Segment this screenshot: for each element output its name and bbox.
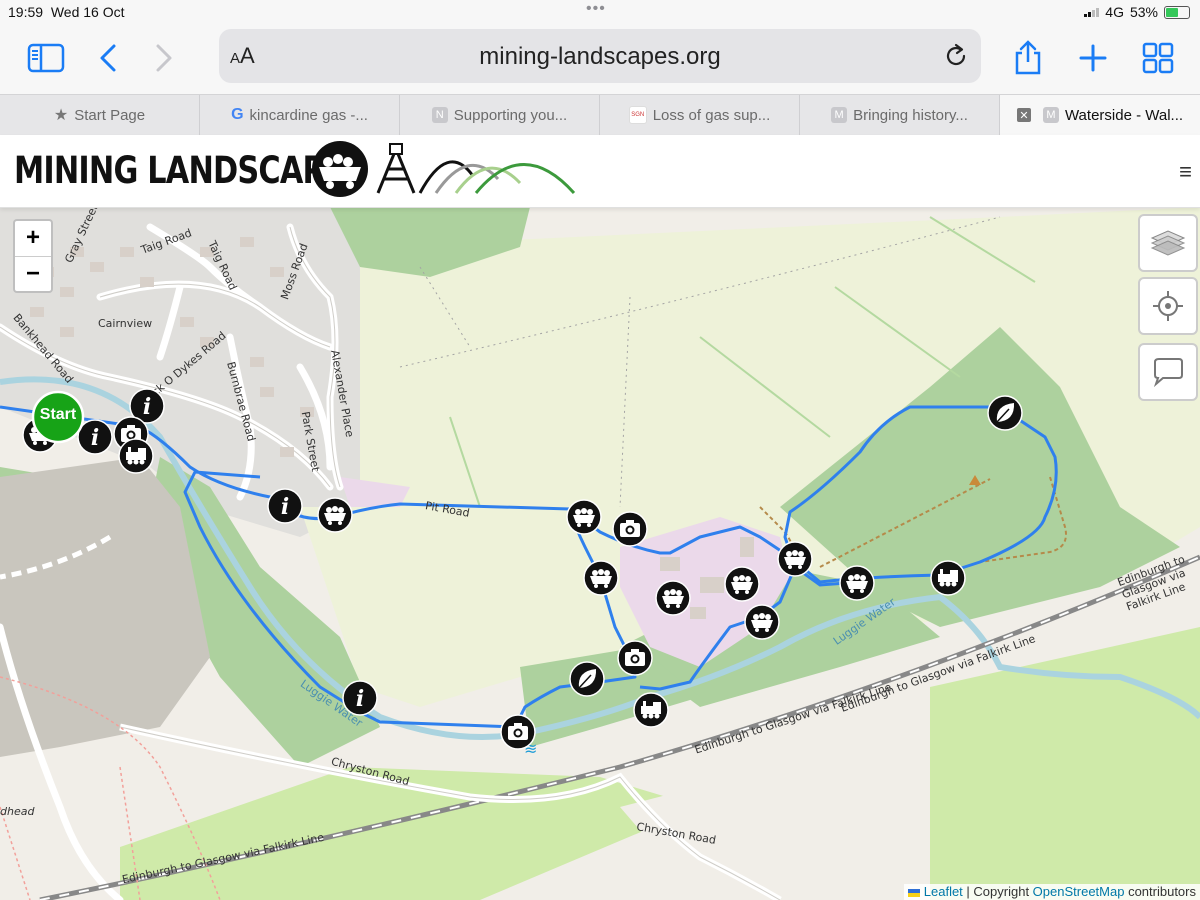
address-bar[interactable]: AA mining-landscapes.org bbox=[219, 29, 981, 83]
camera-marker[interactable] bbox=[500, 714, 536, 750]
site-header: MINING LANDSCAPES ≡ bbox=[0, 135, 1200, 208]
locate-icon bbox=[1153, 291, 1183, 321]
back-icon[interactable] bbox=[86, 38, 130, 78]
close-tab-icon[interactable]: ✕ bbox=[1016, 108, 1031, 122]
camera-marker[interactable] bbox=[612, 511, 648, 547]
leaf-marker[interactable] bbox=[569, 661, 605, 697]
share-icon[interactable] bbox=[1006, 38, 1050, 78]
star-icon: ★ bbox=[53, 107, 69, 124]
map-attribution: Leaflet | Copyright OpenStreetMap contri… bbox=[904, 884, 1200, 900]
forward-icon[interactable] bbox=[142, 38, 186, 78]
ukraine-flag-icon bbox=[908, 888, 921, 897]
zoom-out-button[interactable]: − bbox=[15, 257, 51, 292]
reload-icon[interactable] bbox=[943, 43, 969, 74]
train-marker[interactable] bbox=[930, 560, 966, 596]
new-tab-icon[interactable] bbox=[1071, 38, 1115, 78]
camera-marker[interactable] bbox=[617, 640, 653, 676]
mining-cart-marker[interactable] bbox=[777, 541, 813, 577]
status-date: Wed 16 Oct bbox=[50, 4, 125, 20]
mining-cart-marker[interactable] bbox=[655, 580, 691, 616]
tab-supporting[interactable]: N Supporting you... bbox=[400, 95, 600, 135]
hamburger-icon[interactable]: ≡ bbox=[1179, 159, 1192, 185]
info-marker[interactable] bbox=[342, 680, 378, 716]
multitask-dots-icon[interactable]: ••• bbox=[586, 0, 606, 18]
url-text[interactable]: mining-landscapes.org bbox=[219, 43, 981, 71]
tab-bar: ★ Start Page G kincardine gas -... N Sup… bbox=[0, 94, 1200, 136]
mining-cart-marker[interactable] bbox=[724, 566, 760, 602]
tab-waterside[interactable]: ✕ M Waterside - Wal... bbox=[1000, 95, 1200, 135]
tab-label: Loss of gas sup... bbox=[652, 106, 771, 124]
leaflet-link[interactable]: Leaflet bbox=[924, 884, 963, 899]
mining-cart-marker[interactable] bbox=[744, 604, 780, 640]
favicon-n-icon: N bbox=[431, 107, 448, 123]
browser-toolbar: AA mining-landscapes.org bbox=[0, 24, 1200, 94]
signal-icon bbox=[1084, 7, 1100, 17]
osm-link[interactable]: OpenStreetMap bbox=[1033, 884, 1125, 899]
train-marker[interactable] bbox=[118, 438, 154, 474]
status-time-date: 19:59 Wed 16 Oct bbox=[8, 4, 125, 20]
mining-cart-marker[interactable] bbox=[839, 565, 875, 601]
comment-button[interactable] bbox=[1138, 343, 1198, 401]
route-markers: i bbox=[22, 388, 1023, 750]
status-time: 19:59 bbox=[8, 4, 44, 20]
info-marker[interactable] bbox=[267, 488, 303, 524]
layers-button[interactable] bbox=[1138, 214, 1198, 272]
map-view[interactable]: ≋ Gray Street Taig Road Taig Road Moss R… bbox=[0, 207, 1200, 900]
attribution-text: contributors bbox=[1124, 884, 1196, 899]
tab-kincardine[interactable]: G kincardine gas -... bbox=[200, 95, 400, 135]
tab-bringing-history[interactable]: M Bringing history... bbox=[800, 95, 1000, 135]
google-icon: G bbox=[231, 106, 244, 123]
tab-label: Waterside - Wal... bbox=[1064, 106, 1184, 124]
battery-percent: 53% bbox=[1129, 4, 1158, 20]
train-marker[interactable] bbox=[633, 692, 669, 728]
mining-cart-marker[interactable] bbox=[583, 560, 619, 596]
favicon-sgn-icon: SGN bbox=[628, 106, 647, 124]
status-bar: 19:59 Wed 16 Oct ••• 4G 53% bbox=[0, 0, 1200, 24]
zoom-control: + − bbox=[13, 219, 53, 293]
favicon-m-icon: M bbox=[1042, 107, 1059, 123]
comment-icon bbox=[1153, 358, 1183, 387]
zoom-in-button[interactable]: + bbox=[15, 221, 51, 257]
battery-icon bbox=[1164, 5, 1190, 19]
status-right: 4G 53% bbox=[1084, 4, 1190, 20]
tab-loss-of-gas[interactable]: SGN Loss of gas sup... bbox=[600, 95, 800, 135]
tab-label: Supporting you... bbox=[453, 106, 568, 124]
tab-overview-icon[interactable] bbox=[1136, 38, 1180, 78]
network-label: 4G bbox=[1105, 4, 1124, 20]
tab-start-page[interactable]: ★ Start Page bbox=[0, 95, 200, 135]
site-logo-icon bbox=[312, 141, 576, 197]
mining-cart-marker[interactable] bbox=[566, 499, 602, 535]
locate-button[interactable] bbox=[1138, 277, 1198, 335]
start-label[interactable]: Start bbox=[33, 406, 83, 424]
layers-icon bbox=[1150, 230, 1186, 256]
attribution-text: | Copyright bbox=[962, 884, 1033, 899]
favicon-m-icon: M bbox=[831, 107, 848, 123]
info-marker[interactable] bbox=[77, 419, 113, 455]
tab-label: kincardine gas -... bbox=[249, 106, 368, 124]
tab-label: Bringing history... bbox=[853, 106, 968, 124]
tab-label: Start Page bbox=[74, 106, 146, 124]
leaf-marker[interactable] bbox=[987, 395, 1023, 431]
sidebar-icon[interactable] bbox=[24, 38, 68, 78]
mining-cart-marker[interactable] bbox=[317, 497, 353, 533]
